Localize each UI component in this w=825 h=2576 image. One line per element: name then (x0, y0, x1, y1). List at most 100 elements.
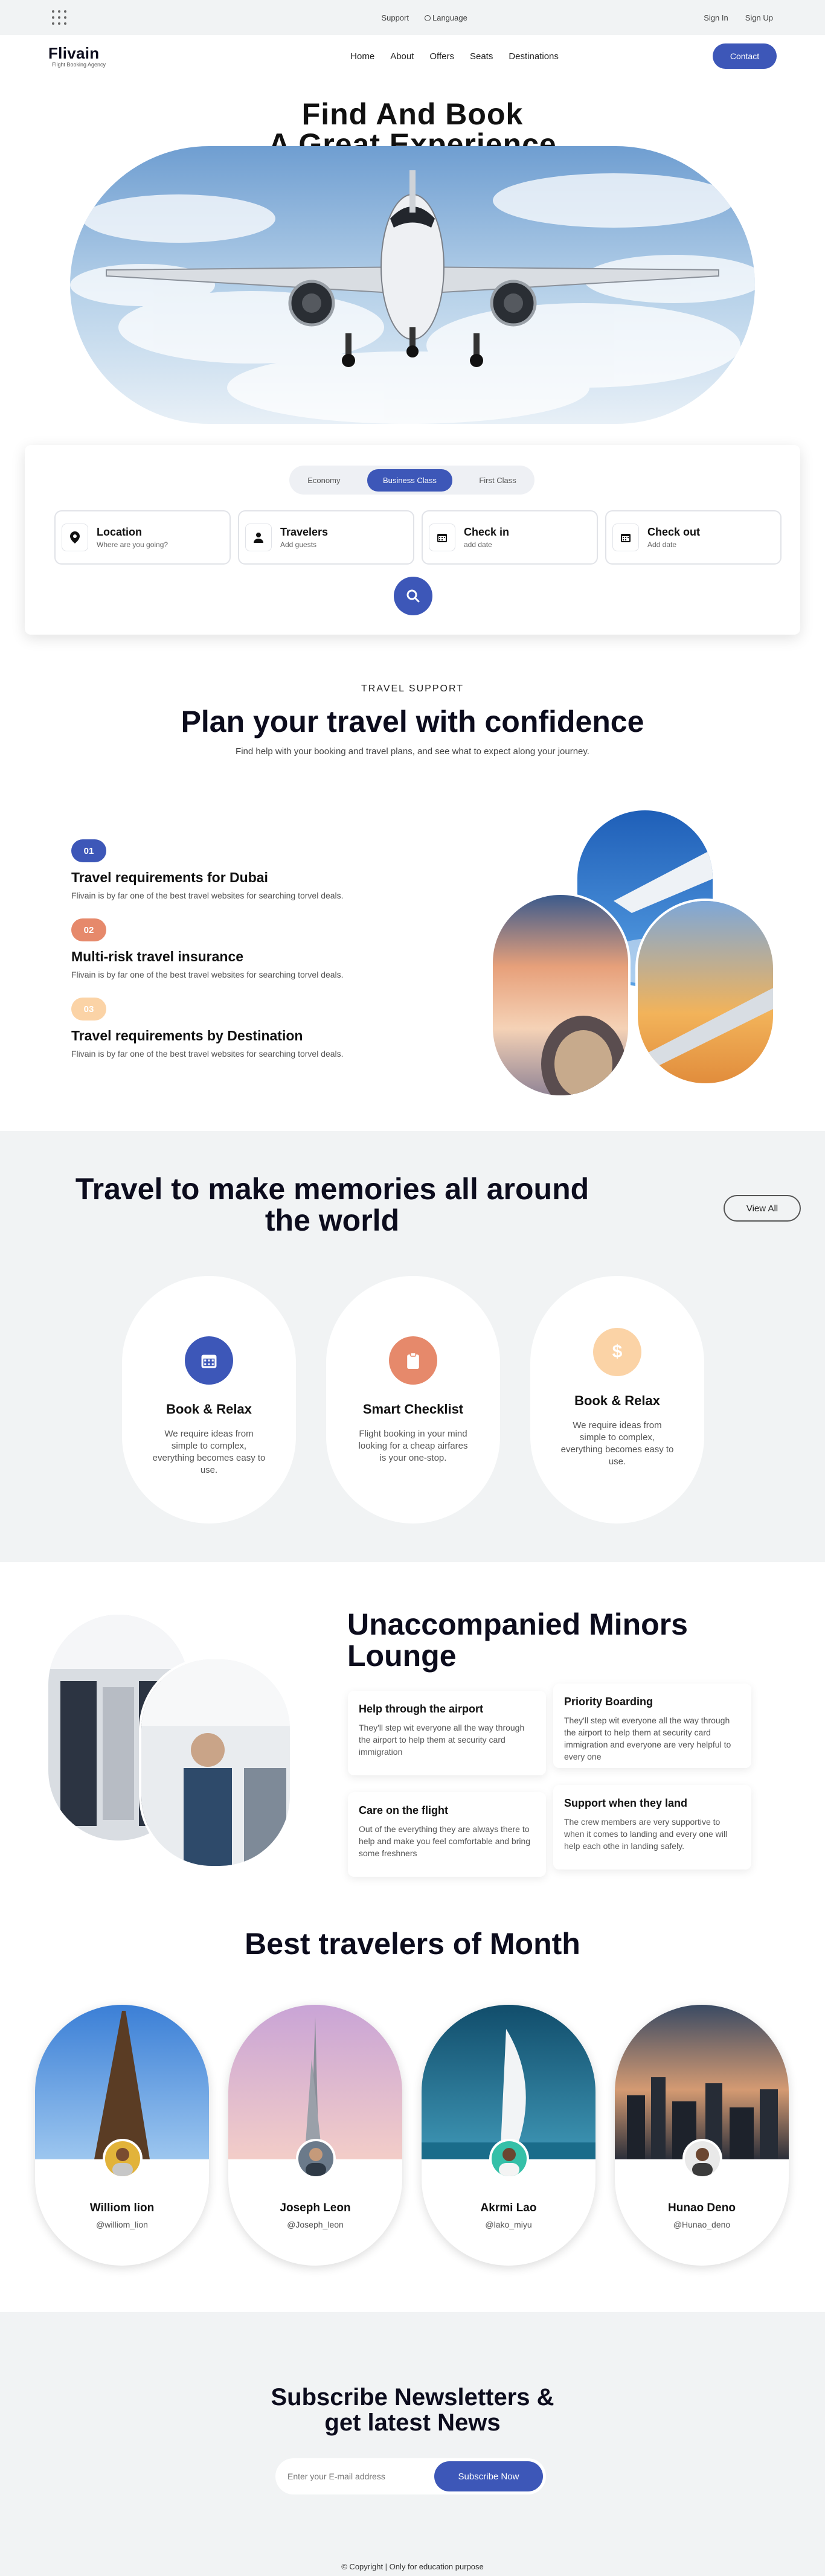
subscribe-button[interactable]: Subscribe Now (434, 2461, 543, 2491)
memories-title-line2: the world (265, 1203, 400, 1237)
step-number-badge: 01 (71, 839, 106, 862)
nav-item-offers[interactable]: Offers (429, 51, 454, 62)
nav-item-home[interactable]: Home (350, 51, 374, 62)
feature-card[interactable]: $ Book & Relax We require ideas from sim… (530, 1276, 704, 1523)
globe-icon (424, 14, 431, 21)
main-nav: Flivain Flight Booking Agency Home About… (0, 35, 825, 77)
minors-feature-card: Support when they land The crew members … (553, 1785, 751, 1870)
travelers-hint: Add guests (280, 540, 317, 549)
location-label: Location (97, 526, 142, 538)
traveler-card[interactable]: Akrmi Lao @lako_miyu (422, 2005, 595, 2266)
calendar-icon (612, 524, 639, 551)
minors-feature-desc: They'll step wit everyone all the way th… (564, 1716, 731, 1761)
feature-card[interactable]: Book & Relax We require ideas from simpl… (122, 1276, 296, 1523)
step-number-badge: 02 (71, 918, 106, 941)
language-selector[interactable]: Language (424, 13, 467, 22)
traveler-card[interactable]: Williom lion @williom_lion (35, 2005, 209, 2266)
support-steps: 01 Travel requirements for Dubai Flivain… (71, 839, 434, 1077)
nav-item-about[interactable]: About (390, 51, 414, 62)
travelers-field[interactable]: Travelers Add guests (238, 510, 414, 565)
traveler-name: Williom lion (89, 2202, 155, 2214)
class-option-first[interactable]: First Class (479, 476, 516, 485)
calendar-icon (185, 1336, 233, 1385)
class-option-business[interactable]: Business Class (367, 469, 452, 492)
feature-description: We require ideas from simple to complex,… (152, 1429, 266, 1475)
traveler-name: Akrmi Lao (480, 2202, 537, 2214)
copyright-text: © Copyright | Only for education purpose (341, 2562, 484, 2571)
flight-attendant-photo (139, 1657, 292, 1868)
traveler-card[interactable]: Joseph Leon @Joseph_leon (228, 2005, 402, 2266)
support-step[interactable]: 02 Multi-risk travel insurance Flivain i… (71, 918, 434, 979)
minors-title-line2: Lounge (347, 1639, 457, 1673)
signup-link[interactable]: Sign Up (745, 13, 773, 22)
cabin-photo-collage (48, 1615, 302, 1868)
traveler-handle: @Joseph_leon (287, 2220, 344, 2229)
class-option-economy[interactable]: Economy (307, 476, 340, 485)
booking-card: Economy Business Class First Class Locat… (25, 445, 800, 635)
checkin-field[interactable]: Check in add date (422, 510, 598, 565)
support-step[interactable]: 03 Travel requirements by Destination Fl… (71, 998, 434, 1059)
logo-text: Flivain (48, 44, 100, 62)
avatar (103, 2139, 143, 2179)
class-selector: Economy Business Class First Class (289, 466, 534, 495)
page: Support Language Sign In Sign Up Flivain… (0, 0, 825, 2576)
support-eyebrow: TRAVEL SUPPORT (361, 684, 464, 694)
step-title: Travel requirements by Destination (71, 1028, 303, 1043)
step-title: Multi-risk travel insurance (71, 949, 244, 964)
feature-description: Flight booking in your mind looking for … (358, 1429, 468, 1463)
minors-feature-title: Help through the airport (359, 1703, 483, 1715)
top-bar: Support Language Sign In Sign Up (0, 0, 825, 35)
signin-link[interactable]: Sign In (704, 13, 728, 22)
travelers-label: Travelers (280, 526, 329, 538)
nav-item-destinations[interactable]: Destinations (509, 51, 559, 62)
newsletter-section: Subscribe Newsletters & get latest News … (0, 2312, 825, 2576)
checkin-hint: add date (464, 540, 492, 549)
traveler-name: Hunao Deno (668, 2202, 736, 2214)
traveler-handle: @williom_lion (96, 2220, 148, 2229)
location-field[interactable]: Location Where are you going? (54, 510, 231, 565)
user-icon (245, 524, 272, 551)
memories-section: Travel to make memories all around the w… (0, 1131, 825, 1562)
apps-grid-icon[interactable] (52, 10, 66, 25)
search-button[interactable] (394, 577, 432, 615)
checkout-label: Check out (647, 526, 701, 538)
minors-title: Unaccompanied Minors Lounge (347, 1609, 770, 1671)
view-all-button[interactable]: View All (724, 1195, 801, 1222)
engine-sunset-photo (490, 892, 631, 1098)
logo[interactable]: Flivain Flight Booking Agency (48, 45, 106, 68)
traveler-handle: @Hunao_deno (673, 2220, 731, 2229)
travel-photo-collage (490, 808, 775, 1098)
feature-card[interactable]: Smart Checklist Flight booking in your m… (326, 1276, 500, 1523)
support-link[interactable]: Support (381, 13, 409, 22)
nav-item-seats[interactable]: Seats (470, 51, 493, 62)
contact-button[interactable]: Contact (712, 43, 777, 69)
eiffel-tower-photo (35, 2005, 209, 2159)
step-description: Flivain is by far one of the best travel… (71, 891, 344, 900)
hero-title-line1: Find And Book (301, 97, 524, 131)
newsletter-form: Subscribe Now (275, 2458, 546, 2494)
location-hint: Where are you going? (97, 540, 169, 549)
avatar (489, 2139, 529, 2179)
travelers-list: Williom lion @williom_lion Joseph Leon @… (35, 2005, 789, 2266)
support-title: Plan your travel with confidence (181, 705, 644, 739)
support-step[interactable]: 01 Travel requirements for Dubai Flivain… (71, 839, 434, 900)
support-description: Find help with your booking and travel p… (236, 746, 589, 757)
traveler-card[interactable]: Hunao Deno @Hunao_deno (615, 2005, 789, 2266)
minors-feature-desc: Out of the everything they are always th… (359, 1824, 531, 1858)
travelers-title: Best travelers of Month (245, 1927, 580, 1961)
location-pin-icon (62, 524, 88, 551)
minors-feature-title: Care on the flight (359, 1804, 448, 1816)
newsletter-title: Subscribe Newsletters & get latest News (0, 2385, 825, 2435)
wing-sunset-photo (635, 899, 775, 1086)
minors-feature-desc: The crew members are very supportive to … (564, 1817, 728, 1851)
search-icon (406, 589, 420, 603)
calendar-icon (429, 524, 455, 551)
traveler-handle: @lako_miyu (485, 2220, 532, 2229)
memories-title: Travel to make memories all around the w… (30, 1173, 634, 1236)
email-field[interactable] (287, 2472, 434, 2481)
hero-airplane-image (70, 146, 755, 424)
feature-title: Smart Checklist (362, 1402, 464, 1417)
feature-title: Book & Relax (574, 1393, 660, 1408)
checkout-field[interactable]: Check out Add date (605, 510, 782, 565)
burj-al-arab-photo (422, 2005, 595, 2159)
